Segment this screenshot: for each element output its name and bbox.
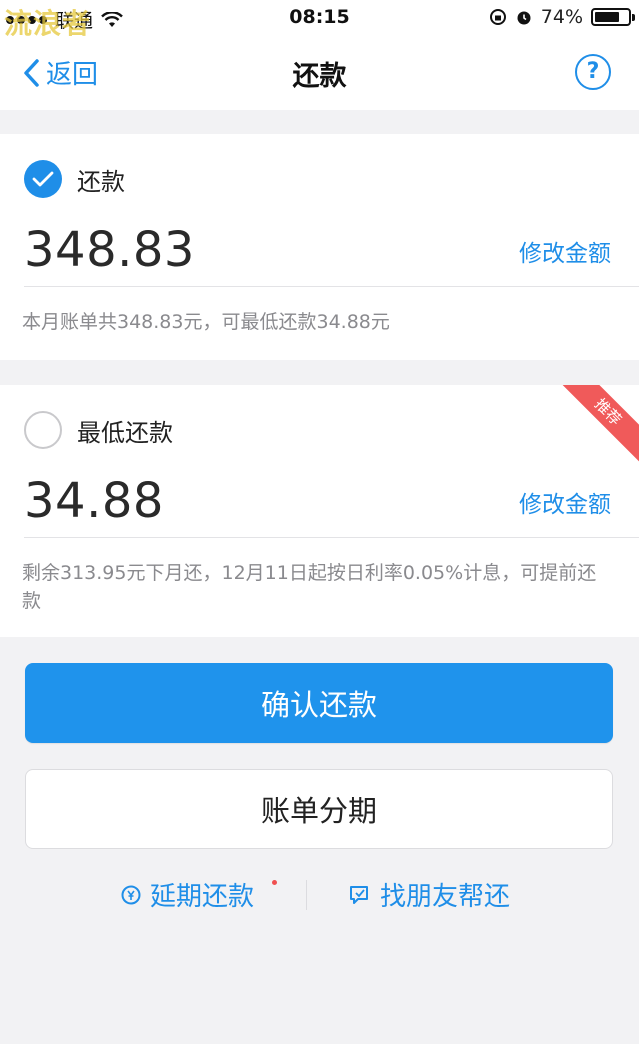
- repay-full-amount: 348.83: [24, 222, 195, 278]
- divider: [24, 537, 639, 538]
- friend-help-label: 找朋友帮还: [380, 882, 511, 912]
- checked-radio-icon[interactable]: [24, 160, 62, 198]
- repay-minimum-card[interactable]: 推荐 最低还款 34.88 修改金额 剩余313.95元下月还，12月11日起按…: [0, 385, 639, 637]
- link-separator: [306, 880, 307, 910]
- divider: [24, 286, 639, 287]
- check-icon: [32, 171, 54, 187]
- alarm-icon: [517, 11, 531, 25]
- friend-help-link[interactable]: 找朋友帮还: [348, 876, 510, 913]
- unchecked-radio-icon[interactable]: [24, 411, 62, 449]
- status-right: 74%: [489, 6, 635, 28]
- repay-minimum-amount: 34.88: [24, 473, 164, 529]
- navigation-bar: 返回 还款 ?: [0, 36, 639, 110]
- bill-installment-button[interactable]: 账单分期: [25, 769, 613, 849]
- clock-yen-icon: [121, 885, 141, 904]
- battery-fill: [595, 12, 619, 22]
- edit-amount-link-minimum[interactable]: 修改金额: [519, 485, 611, 519]
- recommended-ribbon: 推荐: [552, 385, 639, 468]
- rotation-lock-icon: [489, 9, 506, 25]
- battery-percent: 74%: [540, 6, 583, 28]
- confirm-repay-button[interactable]: 确认还款: [25, 663, 613, 743]
- repay-full-note: 本月账单共348.83元，可最低还款34.88元: [22, 311, 390, 333]
- repay-minimum-label: 最低还款: [77, 418, 173, 447]
- question-circle-icon: ?: [586, 59, 600, 84]
- battery-icon: [591, 8, 635, 26]
- page-title: 还款: [292, 61, 347, 92]
- repay-minimum-option[interactable]: 最低还款: [24, 411, 173, 449]
- defer-repay-label: 延期还款: [150, 882, 255, 912]
- edit-amount-link-full[interactable]: 修改金额: [519, 234, 611, 268]
- bottom-links: 延期还款 找朋友帮还: [0, 870, 639, 920]
- chat-bubble-icon: [350, 885, 368, 904]
- repay-full-card[interactable]: 还款 348.83 修改金额 本月账单共348.83元，可最低还款34.88元: [0, 134, 639, 360]
- repay-minimum-note: 剩余313.95元下月还，12月11日起按日利率0.05%计息，可提前还款: [22, 562, 597, 612]
- help-button[interactable]: ?: [575, 54, 611, 90]
- status-bar: 联通 08:15 74% 流浪者: [0, 0, 639, 40]
- defer-repay-link[interactable]: 延期还款: [120, 876, 254, 913]
- repay-full-option[interactable]: 还款: [24, 160, 125, 198]
- repay-full-label: 还款: [77, 167, 125, 196]
- new-badge-dot: [272, 880, 277, 885]
